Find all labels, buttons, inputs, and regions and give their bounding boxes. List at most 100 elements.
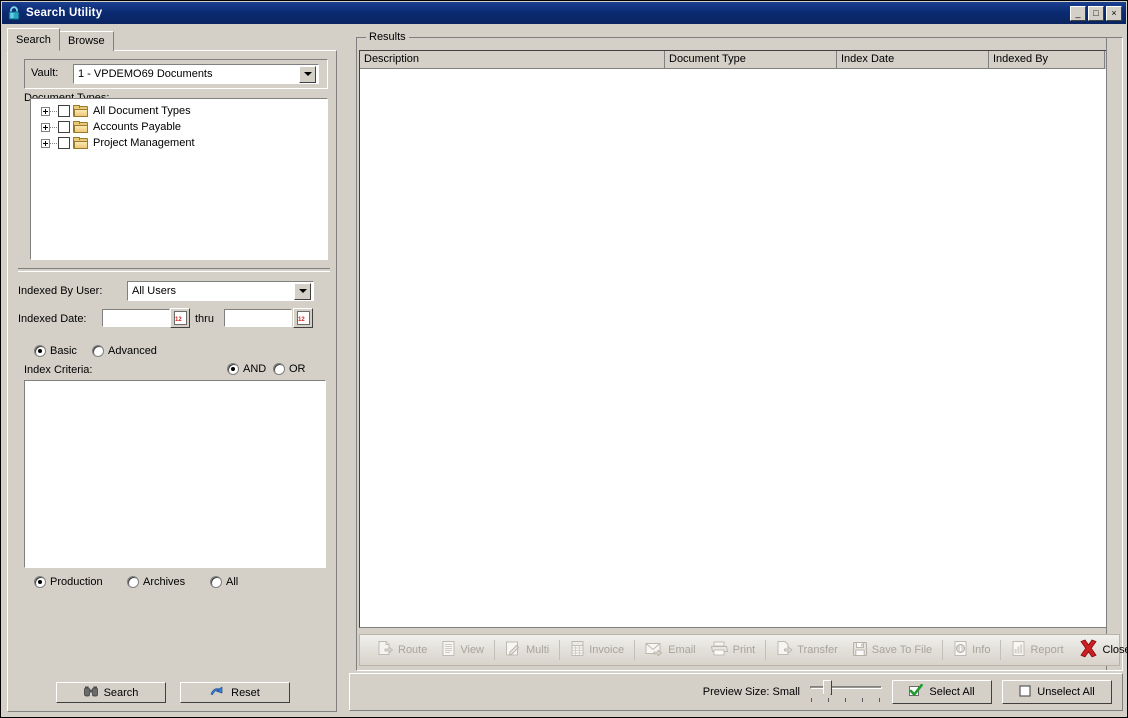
vault-group: Vault: 1 - VPDEMO69 Documents	[24, 59, 328, 89]
results-toolbar: Route View Multi Invoice Email Print Tra…	[359, 634, 1127, 666]
view-button[interactable]: View	[434, 636, 491, 664]
tree-connector	[50, 110, 58, 112]
padlock-icon	[6, 5, 22, 21]
select-all-button[interactable]: Select All	[892, 680, 992, 704]
close-results-button[interactable]: Close	[1071, 636, 1128, 664]
date-range-thru-label: thru	[195, 313, 214, 325]
column-header-indexed-by[interactable]: Indexed By	[989, 51, 1105, 69]
select-all-button-label: Select All	[929, 686, 975, 698]
toolbar-separator	[494, 640, 496, 660]
indexed-by-user-combobox[interactable]: All Users	[127, 281, 314, 301]
document-types-tree[interactable]: All Document Types Accounts Payable Proj…	[30, 98, 328, 260]
operator-radio-or[interactable]: OR	[273, 363, 306, 375]
reset-button[interactable]: Reset	[180, 682, 290, 703]
invoice-button-label: Invoice	[589, 644, 625, 656]
scope-radio-archives[interactable]: Archives	[127, 576, 185, 588]
invoice-button[interactable]: Invoice	[563, 636, 631, 664]
mode-radio-advanced[interactable]: Advanced	[92, 345, 157, 357]
operator-radio-or-label: OR	[289, 363, 306, 375]
index-criteria-input[interactable]	[24, 380, 326, 568]
close-button[interactable]: ×	[1106, 5, 1122, 21]
toolbar-separator	[559, 640, 561, 660]
transfer-icon	[776, 640, 793, 660]
unselect-all-button-label: Unselect All	[1037, 686, 1095, 698]
column-header-description[interactable]: Description	[360, 51, 665, 69]
column-header-index-date[interactable]: Index Date	[837, 51, 989, 69]
minimize-button[interactable]: _	[1070, 5, 1086, 21]
folder-icon	[73, 104, 89, 118]
close-results-button-label: Close	[1102, 644, 1128, 656]
calendar-icon[interactable]: 12	[170, 308, 190, 328]
empty-checkbox-icon	[1019, 684, 1031, 700]
tab-strip: Search Browse	[7, 28, 337, 51]
multi-button-label: Multi	[526, 644, 550, 656]
tree-item[interactable]: All Document Types	[31, 103, 327, 119]
tab-search[interactable]: Search	[7, 28, 60, 51]
results-grid[interactable]: Description Document Type Index Date Ind…	[359, 50, 1120, 628]
scope-radio-all[interactable]: All	[210, 576, 238, 588]
expand-plus-icon[interactable]	[41, 106, 50, 116]
chevron-down-icon[interactable]	[299, 65, 316, 83]
toolbar-separator	[765, 640, 767, 660]
slider-thumb[interactable]	[823, 680, 832, 699]
column-header-document-type[interactable]: Document Type	[665, 51, 837, 69]
report-button[interactable]: Report	[1004, 636, 1070, 664]
email-button[interactable]: Email	[638, 636, 703, 664]
slider-ticks	[810, 698, 882, 703]
tree-item[interactable]: Accounts Payable	[31, 119, 327, 135]
preview-size-slider[interactable]	[810, 679, 882, 705]
tree-checkbox[interactable]	[58, 137, 70, 149]
title-bar: Search Utility _ □ ×	[2, 2, 1126, 24]
preview-size-label: Preview Size: Small	[702, 686, 800, 698]
save-to-file-button-label: Save To File	[871, 644, 933, 656]
scope-radio-production-label: Production	[50, 576, 103, 588]
chevron-down-icon[interactable]	[294, 282, 311, 300]
transfer-button-label: Transfer	[797, 644, 838, 656]
reset-button-label: Reset	[231, 686, 260, 699]
route-button-label: Route	[398, 644, 428, 656]
toolbar-separator	[942, 640, 944, 660]
tree-item[interactable]: Project Management	[31, 135, 327, 151]
tree-item-label: Accounts Payable	[93, 121, 182, 133]
search-button[interactable]: Search	[56, 682, 166, 703]
indexed-by-user-label: Indexed By User:	[18, 285, 103, 297]
mode-radio-basic[interactable]: Basic	[34, 345, 77, 357]
results-vertical-scrollbar[interactable]	[1106, 38, 1122, 670]
maximize-button[interactable]: □	[1088, 5, 1104, 21]
save-to-file-button[interactable]: Save To File	[845, 636, 939, 664]
indexed-date-to-input[interactable]	[224, 309, 292, 327]
mode-radio-basic-label: Basic	[50, 345, 77, 357]
radio-dot-icon	[92, 345, 104, 357]
tab-search-label: Search	[16, 34, 51, 46]
green-check-icon	[909, 683, 924, 700]
expand-plus-icon[interactable]	[41, 122, 50, 132]
expand-plus-icon[interactable]	[41, 138, 50, 148]
operator-radio-and[interactable]: AND	[227, 363, 266, 375]
index-criteria-label: Index Criteria:	[24, 364, 93, 376]
calendar-icon[interactable]: 12	[293, 308, 313, 328]
tree-checkbox[interactable]	[58, 105, 70, 117]
vault-combobox[interactable]: 1 - VPDEMO69 Documents	[73, 64, 319, 84]
print-button[interactable]: Print	[703, 636, 763, 664]
indexed-by-user-value: All Users	[132, 285, 177, 297]
scope-radio-production[interactable]: Production	[34, 576, 103, 588]
close-icon: ×	[1111, 7, 1117, 18]
indexed-date-label: Indexed Date:	[18, 313, 87, 325]
info-icon	[953, 640, 968, 660]
section-divider	[18, 268, 330, 272]
tab-browse[interactable]: Browse	[59, 31, 114, 51]
route-button[interactable]: Route	[370, 636, 434, 664]
indexed-date-from-input[interactable]	[102, 309, 170, 327]
multi-button[interactable]: Multi	[498, 636, 556, 664]
binoculars-icon	[83, 686, 98, 700]
unselect-all-button[interactable]: Unselect All	[1002, 680, 1112, 704]
radio-dot-icon	[273, 363, 285, 375]
radio-dot-icon	[34, 576, 46, 588]
transfer-button[interactable]: Transfer	[769, 636, 845, 664]
tree-checkbox[interactable]	[58, 121, 70, 133]
minimize-icon: _	[1075, 7, 1081, 18]
tab-browse-label: Browse	[68, 35, 105, 47]
toolbar-separator	[1000, 640, 1002, 660]
info-button[interactable]: Info	[946, 636, 997, 664]
radio-dot-icon	[34, 345, 46, 357]
